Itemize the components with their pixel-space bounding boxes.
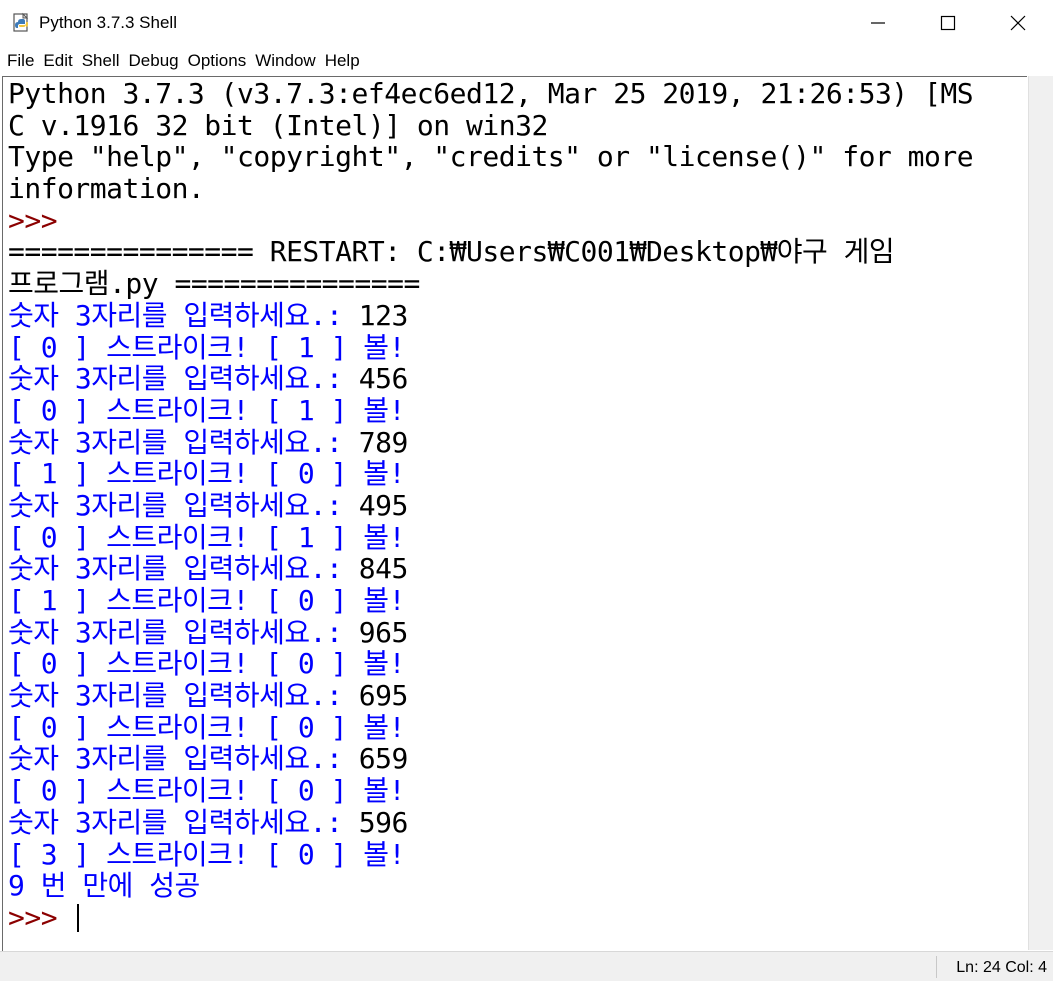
- program-output: [ 0 ] 스트라이크! [ 0 ] 볼!: [8, 647, 405, 681]
- shell-line: 숫자 3자리를 입력하세요.: 965: [8, 615, 1027, 649]
- shell-text: 프로그램.py ===============: [8, 267, 420, 301]
- minimize-icon: [871, 22, 885, 24]
- shell-line: 숫자 3자리를 입력하세요.: 789: [8, 425, 1027, 459]
- program-output: [ 0 ] 스트라이크! [ 1 ] 볼!: [8, 330, 405, 364]
- shell-line: C v.1916 32 bit (Intel)] on win32: [8, 108, 1027, 142]
- input-prompt: 숫자 3자리를 입력하세요.:: [8, 679, 359, 713]
- input-prompt: 숫자 3자리를 입력하세요.:: [8, 615, 359, 649]
- shell-line: [ 0 ] 스트라이크! [ 0 ] 볼!: [8, 648, 1027, 680]
- input-prompt: 숫자 3자리를 입력하세요.:: [8, 488, 359, 522]
- program-output: 9 번 만에 성공: [8, 869, 200, 903]
- window-controls: [843, 0, 1053, 46]
- shell-line: [ 0 ] 스트라이크! [ 1 ] 볼!: [8, 520, 1027, 554]
- vertical-scrollbar[interactable]: [1028, 76, 1053, 950]
- input-prompt: 숫자 3자리를 입력하세요.:: [8, 552, 359, 586]
- input-prompt: 숫자 3자리를 입력하세요.:: [8, 298, 359, 332]
- shell-line: 숫자 3자리를 입력하세요.: 596: [8, 805, 1027, 839]
- input-prompt: 숫자 3자리를 입력하세요.:: [8, 805, 359, 839]
- program-output: [ 1 ] 스트라이크! [ 0 ] 볼!: [8, 457, 405, 491]
- shell-line: >>>: [8, 203, 1027, 237]
- shell-line: 숫자 3자리를 입력하세요.: 845: [8, 553, 1027, 585]
- user-input: 495: [358, 488, 409, 522]
- program-output: [ 1 ] 스트라이크! [ 0 ] 볼!: [8, 584, 405, 617]
- program-output: [ 0 ] 스트라이크! [ 1 ] 볼!: [8, 393, 405, 427]
- program-output: [ 0 ] 스트라이크! [ 0 ] 볼!: [8, 710, 405, 744]
- user-input: 789: [358, 425, 409, 459]
- program-output: [ 0 ] 스트라이크! [ 1 ] 볼!: [8, 520, 405, 554]
- shell-line: 9 번 만에 성공: [8, 870, 1027, 902]
- program-output: [ 0 ] 스트라이크! [ 0 ] 볼!: [8, 774, 405, 808]
- user-input: 695: [358, 679, 409, 713]
- user-input: 123: [358, 298, 409, 332]
- menu-window[interactable]: Window: [252, 48, 318, 74]
- maximize-button[interactable]: [913, 0, 983, 46]
- program-output: [ 3 ] 스트라이크! [ 0 ] 볼!: [8, 837, 405, 871]
- menu-options[interactable]: Options: [185, 48, 250, 74]
- maximize-icon: [940, 15, 956, 31]
- status-divider: [936, 956, 937, 978]
- shell-line: [ 0 ] 스트라이크! [ 1 ] 볼!: [8, 395, 1027, 427]
- shell-line: 프로그램.py ===============: [8, 268, 1027, 300]
- input-prompt: 숫자 3자리를 입력하세요.:: [8, 362, 359, 396]
- close-icon: [1010, 15, 1026, 31]
- user-input: 456: [358, 362, 409, 396]
- shell-line: 숫자 3자리를 입력하세요.: 495: [8, 490, 1027, 522]
- shell-text: =============== RESTART: C:₩Users₩C001₩D…: [8, 235, 895, 269]
- menu-shell[interactable]: Shell: [79, 48, 123, 74]
- user-input: 845: [358, 552, 409, 586]
- shell-line: 숫자 3자리를 입력하세요.: 659: [8, 743, 1027, 775]
- shell-line: [ 1 ] 스트라이크! [ 0 ] 볼!: [8, 458, 1027, 490]
- menu-debug[interactable]: Debug: [126, 48, 182, 74]
- shell-text: C v.1916 32 bit (Intel)] on win32: [8, 108, 548, 142]
- menu-edit[interactable]: Edit: [40, 48, 75, 74]
- text-cursor: [77, 903, 80, 932]
- shell-prompt: >>>: [8, 900, 74, 934]
- shell-text: Type "help", "copyright", "credits" or "…: [8, 140, 974, 174]
- menu-file[interactable]: File: [4, 48, 37, 74]
- shell-line: Python 3.7.3 (v3.7.3:ef4ec6ed12, Mar 25 …: [8, 78, 1027, 110]
- shell-text-area[interactable]: Python 3.7.3 (v3.7.3:ef4ec6ed12, Mar 25 …: [2, 76, 1027, 951]
- user-input: 596: [358, 805, 409, 839]
- shell-line: >>>: [8, 902, 1027, 934]
- shell-line: [ 0 ] 스트라이크! [ 0 ] 볼!: [8, 710, 1027, 744]
- shell-prompt: >>>: [8, 203, 58, 237]
- title-bar[interactable]: Python 3.7.3 Shell: [0, 0, 1053, 46]
- shell-line: 숫자 3자리를 입력하세요.: 695: [8, 680, 1027, 712]
- status-bar: Ln: 24 Col: 4: [0, 951, 1053, 981]
- shell-line: [ 3 ] 스트라이크! [ 0 ] 볼!: [8, 837, 1027, 871]
- user-input: 659: [358, 742, 409, 776]
- menu-help[interactable]: Help: [322, 48, 363, 74]
- shell-line: =============== RESTART: C:₩Users₩C001₩D…: [8, 236, 1027, 268]
- shell-line: [ 1 ] 스트라이크! [ 0 ] 볼!: [8, 585, 1027, 617]
- shell-text: information.: [8, 172, 205, 206]
- cursor-position: Ln: 24 Col: 4: [956, 959, 1047, 976]
- close-button[interactable]: [983, 0, 1053, 46]
- shell-line: Type "help", "copyright", "credits" or "…: [8, 141, 1027, 173]
- shell-line: [ 0 ] 스트라이크! [ 0 ] 볼!: [8, 775, 1027, 807]
- python-idle-icon: [11, 12, 33, 34]
- input-prompt: 숫자 3자리를 입력하세요.:: [8, 425, 359, 459]
- shell-line: 숫자 3자리를 입력하세요.: 456: [8, 363, 1027, 395]
- input-prompt: 숫자 3자리를 입력하세요.:: [8, 742, 359, 776]
- shell-line: [ 0 ] 스트라이크! [ 1 ] 볼!: [8, 330, 1027, 364]
- shell-line: 숫자 3자리를 입력하세요.: 123: [8, 298, 1027, 332]
- shell-output: Python 3.7.3 (v3.7.3:ef4ec6ed12, Mar 25 …: [3, 77, 1027, 934]
- shell-text: Python 3.7.3 (v3.7.3:ef4ec6ed12, Mar 25 …: [8, 77, 974, 110]
- shell-line: information.: [8, 173, 1027, 205]
- window-title: Python 3.7.3 Shell: [39, 13, 177, 32]
- minimize-button[interactable]: [843, 0, 913, 46]
- menu-bar: File Edit Shell Debug Options Window Hel…: [0, 48, 1053, 74]
- user-input: 965: [358, 615, 409, 649]
